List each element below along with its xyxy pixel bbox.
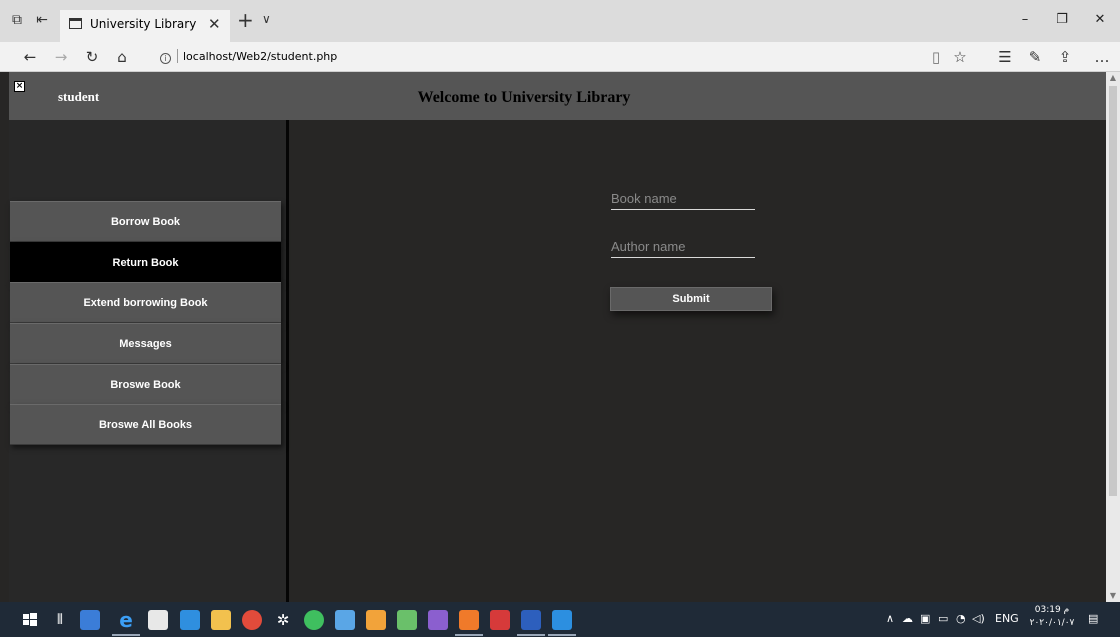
author-name-input[interactable]	[611, 236, 755, 258]
word-icon[interactable]	[521, 610, 541, 630]
more-options-icon[interactable]: …	[1092, 48, 1112, 66]
forward-arrow-icon[interactable]: →	[51, 48, 71, 66]
browser-tab-strip: ⧉ ⇤ University Library ✕ + ∨ – ❐ ✕	[0, 0, 1120, 42]
sidebar-item-messages[interactable]: Messages	[10, 323, 281, 364]
submit-button[interactable]: Submit	[610, 287, 772, 311]
vscode-icon[interactable]	[552, 610, 572, 630]
onedrive-icon[interactable]: ☁	[902, 612, 913, 625]
tab-list-chevron-icon[interactable]: ∨	[262, 12, 271, 26]
edge-active-indicator	[112, 634, 140, 636]
xampp-active-indicator	[455, 634, 483, 636]
task-view-icon[interactable]: ⫴	[50, 610, 70, 630]
page-icon	[69, 18, 82, 29]
sidebar-item-borrow-book[interactable]: Borrow Book	[10, 201, 281, 242]
system-tray-chevron-icon[interactable]: ∧	[886, 612, 894, 625]
sidebar-divider	[286, 120, 289, 602]
scroll-thumb[interactable]	[1109, 86, 1117, 496]
page-title: Welcome to University Library	[417, 89, 631, 106]
battery-icon[interactable]: ▭	[938, 612, 948, 625]
vscode-active-indicator	[548, 634, 576, 636]
windows-start-icon[interactable]	[20, 610, 40, 630]
tab-title: University Library	[90, 17, 197, 31]
pdf-reader-icon[interactable]	[490, 610, 510, 630]
volume-icon[interactable]: ◁)	[972, 612, 985, 625]
url-field[interactable]: i localhost/Web2/student.php	[160, 48, 337, 66]
tray-app-icon[interactable]: ▣	[920, 612, 930, 625]
close-window-icon[interactable]: ✕	[1090, 12, 1110, 27]
action-center-icon[interactable]: ▤	[1088, 612, 1098, 625]
app-icon-3[interactable]	[366, 610, 386, 630]
home-icon[interactable]: ⌂	[112, 48, 132, 66]
app-icon-2[interactable]	[335, 610, 355, 630]
taskbar-clock[interactable]: 03:19 م ٢٠٢٠/٠١/٠٧	[1028, 604, 1076, 630]
back-arrow-icon[interactable]: ←	[20, 48, 40, 66]
url-text: localhost/Web2/student.php	[183, 50, 338, 63]
favorite-star-icon[interactable]: ☆	[950, 48, 970, 66]
edge-browser-icon[interactable]: e	[116, 610, 136, 630]
sidebar-item-extend-borrowing[interactable]: Extend borrowing Book	[10, 282, 281, 323]
app-icon-4[interactable]	[397, 610, 417, 630]
clock-time: 03:19 م	[1034, 605, 1070, 615]
visual-studio-icon[interactable]	[428, 610, 448, 630]
settings-gear-icon[interactable]: ✲	[273, 610, 293, 630]
language-indicator[interactable]: ENG	[995, 612, 1019, 625]
browser-tab[interactable]: University Library ✕	[60, 10, 230, 42]
sidebar-item-browse-all-books[interactable]: Broswe All Books	[10, 404, 281, 445]
xampp-icon[interactable]	[459, 610, 479, 630]
restore-icon[interactable]: ❐	[1052, 12, 1072, 27]
reading-view-icon[interactable]: ▯	[926, 48, 946, 66]
set-aside-tabs-icon[interactable]: ⇤	[34, 12, 50, 28]
taskbar: ⫴ e ✲ ∧ ☁ ▣ ▭ ◔ ◁) ENG ▤	[0, 602, 1120, 637]
mail-icon[interactable]	[180, 610, 200, 630]
site-info-icon[interactable]: i	[160, 53, 171, 64]
word-active-indicator	[517, 634, 545, 636]
address-bar-row: ← → ↻ ⌂ i localhost/Web2/student.php ▯ ☆ …	[0, 42, 1120, 72]
page-scrollbar[interactable]: ▲ ▼	[1106, 72, 1120, 602]
scroll-down-icon[interactable]: ▼	[1106, 590, 1120, 602]
wifi-icon[interactable]: ◔	[956, 612, 966, 625]
sidebar-item-browse-book[interactable]: Broswe Book	[10, 364, 281, 405]
new-tab-icon[interactable]: +	[237, 10, 254, 30]
app-icon-1[interactable]	[80, 610, 100, 630]
tab-close-icon[interactable]: ✕	[208, 15, 221, 33]
tab-preview-icon[interactable]: ⧉	[9, 12, 25, 28]
book-name-input[interactable]	[611, 188, 755, 210]
sidebar-item-return-book[interactable]: Return Book	[10, 242, 281, 283]
scroll-up-icon[interactable]: ▲	[1106, 72, 1120, 84]
url-separator	[177, 49, 178, 63]
clock-date: ٢٠٢٠/٠١/٠٧	[1029, 618, 1075, 628]
share-icon[interactable]: ⇪	[1055, 48, 1075, 66]
file-explorer-icon[interactable]	[211, 610, 231, 630]
favorites-list-icon[interactable]: ☰	[995, 48, 1015, 66]
minimize-icon[interactable]: –	[1015, 12, 1035, 27]
refresh-icon[interactable]: ↻	[82, 48, 102, 66]
store-icon[interactable]	[148, 610, 168, 630]
pen-icon[interactable]: ✎	[1025, 48, 1045, 66]
whatsapp-icon[interactable]	[304, 610, 324, 630]
chrome-icon[interactable]	[242, 610, 262, 630]
